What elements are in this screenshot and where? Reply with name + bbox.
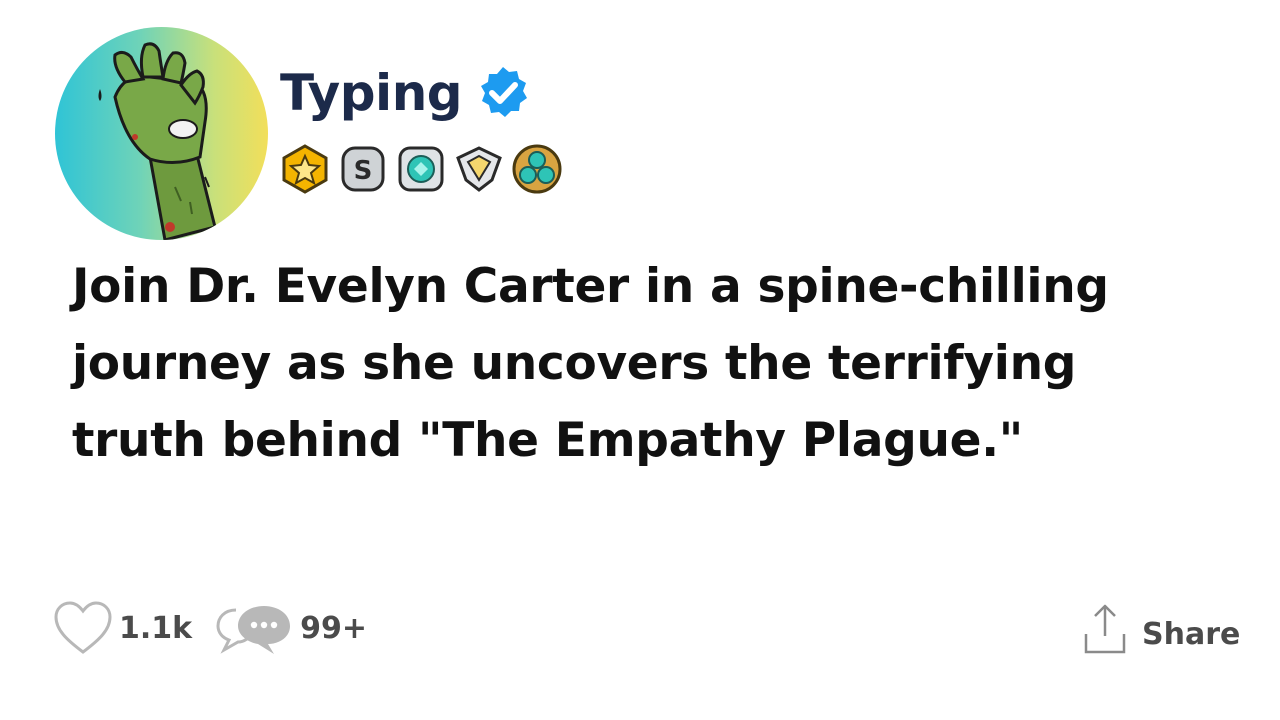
comment-button[interactable]: 99+: [214, 600, 367, 656]
zombie-hand-icon: [98, 42, 217, 240]
share-button[interactable]: Share: [1082, 602, 1240, 656]
svg-text:S: S: [354, 156, 373, 186]
achievement-badges: S: [278, 142, 564, 196]
comment-bubbles-icon: [216, 606, 291, 654]
share-icon: [1084, 604, 1126, 654]
triple-gem-badge-icon[interactable]: [510, 142, 564, 196]
author-username[interactable]: Typing: [280, 64, 463, 122]
heart-icon: [54, 601, 112, 654]
comment-count: 99+: [300, 610, 367, 646]
verified-badge-icon: [481, 67, 528, 117]
author-row: Typing: [280, 60, 532, 126]
s-badge-icon[interactable]: S: [336, 142, 390, 196]
share-label: Share: [1142, 616, 1241, 652]
diamond-shield-badge-icon[interactable]: [452, 142, 506, 196]
author-avatar[interactable]: [55, 27, 268, 240]
star-badge-icon[interactable]: [278, 142, 332, 196]
post-headline[interactable]: Join Dr. Evelyn Carter in a spine-chilli…: [72, 248, 1202, 479]
like-button[interactable]: 1.1k: [53, 600, 192, 656]
gem-badge-icon[interactable]: [394, 142, 448, 196]
post-actions: 1.1k 99+: [53, 600, 367, 656]
like-count: 1.1k: [119, 610, 193, 646]
post-card: Typing S Join Dr. Evelyn Carter in a spi…: [0, 0, 1280, 720]
